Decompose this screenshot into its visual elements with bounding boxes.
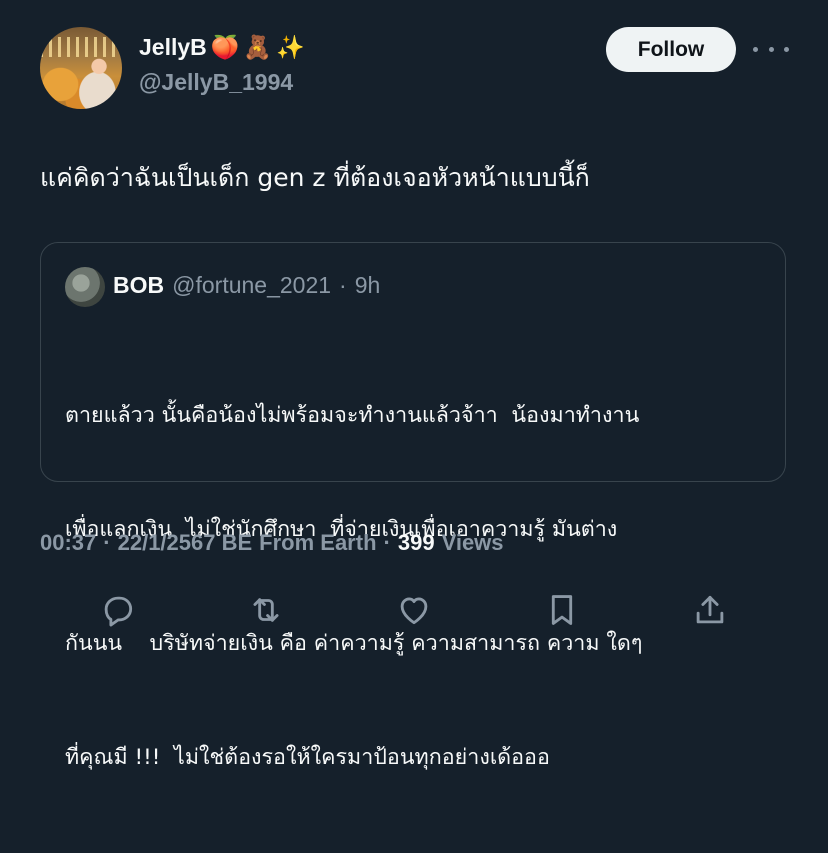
teddy-bear-emoji: 🧸 bbox=[243, 34, 273, 60]
more-dot bbox=[768, 46, 774, 52]
quoted-author-handle[interactable]: @fortune_2021 bbox=[172, 272, 331, 299]
quoted-text-line: ตายแล้วว นั้นคือน้องไม่พร้อมจะทำงานแล้วจ… bbox=[65, 403, 640, 428]
tweet-source: From Earth bbox=[259, 530, 377, 555]
more-dot bbox=[753, 46, 758, 52]
peach-emoji: 🍑 bbox=[210, 34, 240, 60]
author-handle[interactable]: @JellyB_1994 bbox=[139, 69, 293, 96]
quoted-author-name[interactable]: BOB bbox=[113, 272, 164, 299]
tweet-header: JellyB 🍑 🧸 ✨ @JellyB_1994 Follow bbox=[40, 25, 800, 115]
reply-icon[interactable] bbox=[96, 588, 140, 632]
quoted-text: ตายแล้วว นั้นคือน้องไม่พร้อมจะทำงานแล้วจ… bbox=[65, 321, 765, 853]
quoted-separator: · bbox=[339, 272, 347, 298]
tweet-text: แค่คิดว่าฉันเป็นเด็ก gen z ที่ต้องเจอหัว… bbox=[40, 163, 590, 192]
share-icon[interactable] bbox=[688, 588, 732, 632]
follow-button[interactable]: Follow bbox=[606, 27, 736, 72]
tweet-meta: 00:37 · 22/1/2567 BE From Earth · 399 Vi… bbox=[40, 530, 504, 556]
avatar-photo-lights bbox=[40, 37, 122, 57]
sparkles-emoji: ✨ bbox=[276, 34, 305, 60]
author-avatar[interactable] bbox=[40, 27, 122, 109]
retweet-icon[interactable] bbox=[244, 588, 288, 632]
author-name-row[interactable]: JellyB 🍑 🧸 ✨ bbox=[139, 34, 305, 61]
meta-separator: · bbox=[103, 530, 111, 555]
more-dot bbox=[784, 46, 789, 52]
views-label: Views bbox=[441, 530, 504, 555]
like-icon[interactable] bbox=[392, 588, 436, 632]
bookmark-icon[interactable] bbox=[540, 588, 584, 632]
action-bar bbox=[96, 588, 736, 638]
quoted-author-avatar[interactable] bbox=[65, 267, 105, 307]
tweet-date[interactable]: 22/1/2567 BE bbox=[118, 530, 253, 556]
quoted-header: BOB @fortune_2021 · 9h bbox=[113, 272, 380, 299]
meta-separator: · bbox=[383, 530, 391, 555]
more-horizontal-icon[interactable] bbox=[753, 37, 789, 61]
views-count: 399 bbox=[397, 530, 435, 555]
quoted-text-line: ที่คุณมี !!! ไม่ใช่ต้องรอให้ใครมาป้อนทุก… bbox=[65, 745, 550, 770]
author-display-name[interactable]: JellyB bbox=[139, 34, 207, 61]
quoted-tweet[interactable]: BOB @fortune_2021 · 9h ตายแล้วว นั้นคือน… bbox=[40, 242, 786, 770]
quoted-timestamp[interactable]: 9h bbox=[355, 272, 381, 299]
tweet-time[interactable]: 00:37 bbox=[40, 530, 96, 556]
